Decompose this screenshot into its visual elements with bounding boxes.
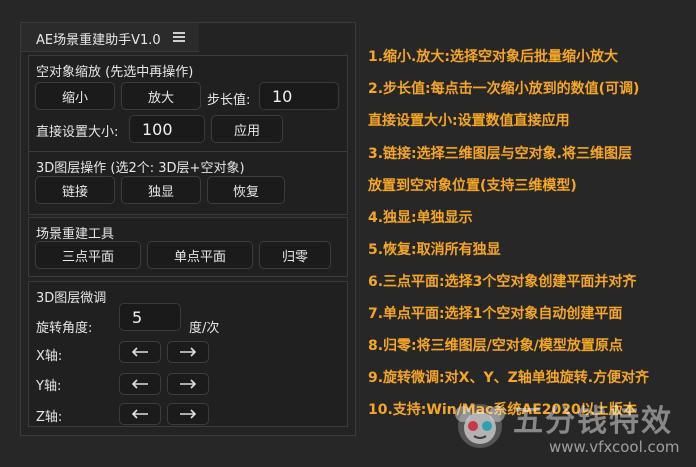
rotation-angle-label: 旋转角度:: [36, 321, 93, 336]
x-rotate-right-button[interactable]: [167, 341, 209, 363]
monkey-logo-icon: [455, 404, 505, 448]
single-point-plane-button[interactable]: 单点平面: [147, 241, 253, 269]
rotation-unit-label: 度/次: [189, 321, 220, 336]
layer3d-heading: 3D图层操作 (选2个: 3D层+空对象): [36, 161, 245, 176]
scale-heading: 空对象缩放 (先选中再操作): [36, 65, 194, 80]
arrow-right-icon: [180, 409, 197, 419]
note-line: 8.归零:将三维图层/空对象/模型放置原点: [368, 338, 623, 354]
note-line: 5.恢复:取消所有独显: [368, 242, 501, 258]
shrink-button[interactable]: 缩小: [35, 82, 115, 110]
step-input[interactable]: 10: [259, 82, 339, 110]
note-line: 1.缩小.放大:选择空对象后批量缩小放大: [368, 49, 618, 65]
direct-size-input[interactable]: 100: [129, 115, 205, 143]
watermark-url: www.vfxcool.com: [549, 438, 680, 456]
arrow-right-icon: [180, 379, 197, 389]
note-line: 直接设置大小:设置数值直接应用: [368, 113, 570, 129]
arrow-left-icon: [131, 347, 148, 357]
restore-button[interactable]: 恢复: [207, 176, 285, 204]
note-line: 放置到空对象位置(支持三维模型): [368, 178, 577, 194]
y-rotate-left-button[interactable]: [119, 373, 161, 395]
three-point-plane-button[interactable]: 三点平面: [35, 241, 141, 269]
link-button[interactable]: 链接: [35, 176, 115, 204]
watermark: 五分钱特效 www.vfxcool.com: [453, 390, 696, 467]
note-line: 6.三点平面:选择3个空对象创建平面并对齐: [368, 274, 637, 290]
y-axis-label: Y轴:: [36, 379, 62, 394]
watermark-brand: 五分钱特效: [513, 404, 673, 439]
zero-button[interactable]: 归零: [259, 241, 331, 269]
arrow-left-icon: [131, 379, 148, 389]
note-line: 3.链接:选择三维图层与空对象.将三维图层: [368, 146, 632, 162]
y-rotate-right-button[interactable]: [167, 373, 209, 395]
hamburger-menu-icon[interactable]: [173, 32, 185, 42]
note-line: 7.单点平面:选择1个空对象自动创建平面: [368, 306, 623, 322]
note-line: 4.独显:单独显示: [368, 210, 473, 226]
rebuild-heading: 场景重建工具: [36, 227, 115, 242]
direct-size-label: 直接设置大小:: [36, 125, 119, 140]
solo-button[interactable]: 独显: [121, 176, 201, 204]
z-rotate-left-button[interactable]: [119, 403, 161, 425]
arrow-left-icon: [131, 409, 148, 419]
note-line: 9.旋转微调:对X、Y、Z轴单独旋转.方便对齐: [368, 370, 650, 386]
x-rotate-left-button[interactable]: [119, 341, 161, 363]
enlarge-button[interactable]: 放大: [121, 82, 201, 110]
fine-tune-heading: 3D图层微调: [36, 291, 107, 306]
rotation-angle-input[interactable]: 5: [119, 303, 181, 331]
z-axis-label: Z轴:: [36, 410, 63, 425]
step-label: 步长值:: [207, 93, 251, 108]
x-axis-label: X轴:: [36, 349, 63, 364]
script-panel: AE场景重建助手V1.0 空对象缩放 (先选中再操作) 缩小 放大 步长值: 1…: [20, 22, 356, 436]
arrow-right-icon: [180, 347, 197, 357]
note-line: 2.步长值:每点击一次缩小放到的数值(可调): [368, 81, 640, 97]
apply-button[interactable]: 应用: [211, 115, 283, 143]
z-rotate-right-button[interactable]: [167, 403, 209, 425]
panel-tab[interactable]: AE场景重建助手V1.0: [21, 23, 199, 52]
panel-title: AE场景重建助手V1.0: [36, 33, 161, 48]
